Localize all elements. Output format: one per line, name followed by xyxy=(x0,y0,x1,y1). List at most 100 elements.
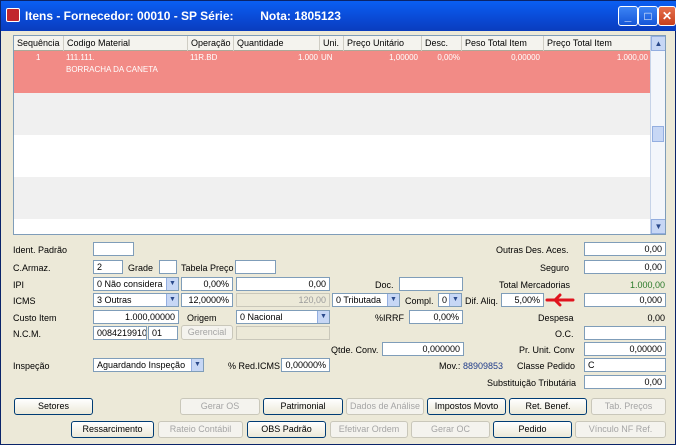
chevron-down-icon[interactable]: ▼ xyxy=(166,294,178,306)
cell-uni: UN xyxy=(321,53,333,62)
vinculo-nf-ref-button[interactable]: Vínculo NF Ref. xyxy=(575,421,666,438)
col-uni[interactable]: Uni. xyxy=(320,36,344,51)
maximize-button[interactable]: □ xyxy=(638,6,658,26)
ncm-input[interactable]: 0084219910 xyxy=(93,326,147,340)
cell-quantidade: 1.000 xyxy=(297,53,318,62)
ncm-ex-input[interactable]: 01 xyxy=(148,326,178,340)
scroll-thumb[interactable] xyxy=(652,126,664,142)
cell-peso-total: 0,00000 xyxy=(511,53,540,62)
ipi-select-value: 0 Não considera xyxy=(97,279,163,289)
col-preco-unitario[interactable]: Preço Unitário xyxy=(344,36,422,51)
dados-analise-button[interactable]: Dados de Análise xyxy=(346,398,424,415)
tabela-preco-label: Tabela Preço xyxy=(181,263,234,273)
despesa-value: 0,00 xyxy=(647,313,665,323)
patrimonial-button[interactable]: Patrimonial xyxy=(263,398,343,415)
doc-label: Doc. xyxy=(375,280,394,290)
efetivar-ordem-button[interactable]: Efetivar Ordem xyxy=(330,421,408,438)
irrf-input[interactable]: 0,00% xyxy=(409,310,463,324)
gerencial-button[interactable]: Gerencial xyxy=(181,325,233,340)
ret-benef-button[interactable]: Ret. Benef. xyxy=(509,398,587,415)
red-arrow-icon xyxy=(545,293,575,307)
mov-value: 88909853 xyxy=(463,361,504,371)
c-armaz-label: C.Armaz. xyxy=(13,263,51,273)
cell-desc: 0,00% xyxy=(437,53,460,62)
tributada-select[interactable]: 0 Tributada ▼ xyxy=(332,293,400,307)
table-row[interactable]: 1 111.111. BORRACHA DA CANETA 11R.BD 1.0… xyxy=(14,51,652,93)
custo-item-input[interactable]: 1.000,00000 xyxy=(93,310,179,324)
outras-des-label: Outras Des. Aces. xyxy=(496,245,569,255)
doc-input[interactable] xyxy=(399,277,463,291)
scroll-up-icon[interactable]: ▲ xyxy=(651,36,665,51)
cell-descricao: BORRACHA DA CANETA xyxy=(66,65,158,74)
chevron-down-icon[interactable]: ▼ xyxy=(317,311,329,323)
icms-valor-input: 120,00 xyxy=(236,293,330,307)
cell-seq: 1 xyxy=(36,53,41,62)
pr-unit-conv-label: Pr. Unit. Conv xyxy=(519,345,575,355)
tributada-select-value: 0 Tributada xyxy=(336,295,382,305)
oc-input[interactable] xyxy=(584,326,666,340)
compl-select[interactable]: 0 ▼ xyxy=(438,293,462,307)
pr-unit-conv-input[interactable]: 0,00000 xyxy=(584,342,666,356)
cell-operacao: 11R.BD xyxy=(190,53,218,62)
red-icms-input[interactable]: 0,00000% xyxy=(281,358,330,372)
chevron-down-icon[interactable]: ▼ xyxy=(387,294,399,306)
grid-scrollbar[interactable]: ▲ ▼ xyxy=(650,36,665,234)
qtde-conv-input[interactable]: 0,000000 xyxy=(382,342,464,356)
compl-select-value: 0 xyxy=(442,295,448,305)
cell-codigo: 111.111. xyxy=(66,53,95,62)
origem-select[interactable]: 0 Nacional ▼ xyxy=(236,310,330,324)
empty-row xyxy=(14,135,652,177)
seguro-label: Seguro xyxy=(540,263,570,273)
dif-aliq-input[interactable]: 5,00% xyxy=(501,293,544,307)
pedido-button[interactable]: Pedido xyxy=(493,421,572,438)
seguro-input[interactable]: 0,00 xyxy=(584,260,666,274)
classe-pedido-input[interactable]: C xyxy=(584,358,666,372)
chevron-down-icon[interactable]: ▼ xyxy=(166,278,178,290)
c-armaz-input[interactable]: 2 xyxy=(93,260,123,274)
gerar-os-button[interactable]: Gerar OS xyxy=(180,398,260,415)
dif-value-input[interactable]: 0,000 xyxy=(584,293,666,307)
classe-pedido-label: Classe Pedido xyxy=(517,361,576,371)
ressarcimento-button[interactable]: Ressarcimento xyxy=(71,421,154,438)
col-preco-total[interactable]: Preço Total Item xyxy=(544,36,652,51)
ipi-valor-input[interactable]: 0,00 xyxy=(236,277,330,291)
empty-row xyxy=(14,93,652,135)
subst-trib-input[interactable]: 0,00 xyxy=(584,375,666,389)
gerar-oc-button[interactable]: Gerar OC xyxy=(411,421,490,438)
inspecao-select[interactable]: Aguardando Inspeção ▼ xyxy=(93,358,204,372)
col-peso-total[interactable]: Peso Total Item xyxy=(462,36,544,51)
close-button[interactable]: ✕ xyxy=(658,6,676,26)
icms-perc-input[interactable]: 12,0000% xyxy=(181,293,233,307)
col-codigo-material[interactable]: Codigo Material xyxy=(64,36,188,51)
chevron-down-icon[interactable]: ▼ xyxy=(449,294,461,306)
irrf-label: %IRRF xyxy=(375,313,404,323)
minimize-button[interactable]: _ xyxy=(618,6,638,26)
items-window: Itens - Fornecedor: 00010 - SP Série: No… xyxy=(0,0,676,445)
ident-padrao-label: Ident. Padrão xyxy=(13,245,68,255)
grade-input[interactable] xyxy=(159,260,177,274)
tab-precos-button[interactable]: Tab. Preços xyxy=(591,398,666,415)
setores-button[interactable]: Setores xyxy=(14,398,93,415)
total-mercadorias-value: 1.000,00 xyxy=(629,280,665,290)
ipi-perc-input[interactable]: 0,00% xyxy=(181,277,233,291)
col-operacao[interactable]: Operação xyxy=(188,36,234,51)
icms-select[interactable]: 3 Outras ▼ xyxy=(93,293,179,307)
items-grid[interactable]: Sequência Codigo Material Operação Quant… xyxy=(13,35,666,235)
ipi-select[interactable]: 0 Não considera ▼ xyxy=(93,277,179,291)
dif-aliq-label: Dif. Aliq. xyxy=(465,296,499,306)
chevron-down-icon[interactable]: ▼ xyxy=(191,359,203,371)
ident-padrao-input[interactable] xyxy=(93,242,134,256)
compl-label: Compl. xyxy=(405,296,434,306)
impostos-movto-button[interactable]: Impostos Movto xyxy=(427,398,506,415)
outras-des-input[interactable]: 0,00 xyxy=(584,242,666,256)
icms-label: ICMS xyxy=(13,296,36,306)
obs-padrao-button[interactable]: OBS Padrão xyxy=(247,421,326,438)
tabela-preco-input[interactable] xyxy=(235,260,276,274)
scroll-down-icon[interactable]: ▼ xyxy=(651,219,665,234)
cell-preco-unitario: 1,00000 xyxy=(389,53,418,62)
rateio-contabil-button[interactable]: Rateio Contábil xyxy=(158,421,243,438)
total-mercadorias-label: Total Mercadorias xyxy=(499,280,571,290)
col-sequencia[interactable]: Sequência xyxy=(14,36,64,51)
col-quantidade[interactable]: Quantidade xyxy=(234,36,320,51)
col-desc[interactable]: Desc. xyxy=(422,36,462,51)
